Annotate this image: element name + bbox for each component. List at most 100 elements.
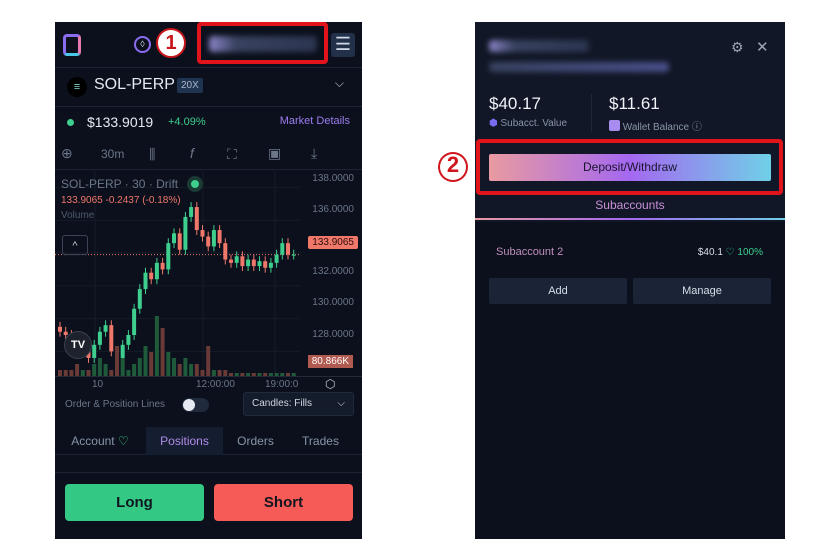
chevron-down-icon[interactable]: ⌵ — [335, 76, 344, 91]
chevron-down-icon: ⌵ — [337, 398, 345, 409]
download-icon[interactable]: ⤓ — [311, 145, 317, 162]
candle — [132, 308, 137, 335]
candle — [97, 331, 102, 345]
label: Wallet Balance — [622, 122, 690, 133]
label: Subacct. Value — [500, 118, 568, 129]
fullscreen-icon[interactable]: ⛶ — [227, 146, 237, 163]
value: $40.1 — [697, 247, 723, 258]
settings-gear-icon[interactable]: ⚙ — [731, 39, 744, 56]
short-button[interactable]: Short — [214, 484, 353, 521]
time-tick: 10 — [92, 379, 104, 390]
candle — [223, 243, 228, 260]
collapse-legend-button[interactable]: ^ — [62, 235, 88, 255]
heart-icon: ♡ — [117, 434, 129, 448]
tab-label: Positions — [160, 434, 209, 448]
order-lines-toggle[interactable] — [182, 398, 209, 412]
tab-positions[interactable]: Positions — [146, 427, 223, 455]
volume-bar — [103, 364, 108, 376]
candle — [217, 230, 222, 244]
interval-button[interactable]: 30m — [101, 147, 124, 161]
candle — [149, 272, 154, 280]
manage-subaccounts-button[interactable]: Manage — [633, 278, 771, 304]
drop-icon[interactable]: ◊ — [134, 36, 151, 53]
drift-logo[interactable] — [63, 34, 81, 56]
ohlc-value: 133.9065 — [61, 195, 103, 206]
volume-legend: Volume — [61, 210, 95, 221]
volume-bar — [172, 358, 176, 376]
chart-title: SOL-PERP · 30 · Drift — [61, 177, 179, 191]
candle — [137, 289, 142, 309]
hamburger-menu-button[interactable]: ☰ — [331, 33, 355, 57]
market-details-link[interactable]: Market Details — [280, 115, 350, 127]
volume-bar — [154, 316, 159, 376]
tab-account[interactable]: Account ♡ — [55, 427, 145, 455]
sol-icon: ≡ — [67, 77, 87, 97]
time-tick: 19:00:0 — [265, 379, 299, 390]
price-tick: 138.0000 — [312, 173, 354, 184]
tab-orders[interactable]: Orders — [223, 427, 288, 455]
divider — [591, 94, 592, 132]
candle-type-icon[interactable]: ⫼ — [149, 146, 155, 163]
candle — [251, 259, 256, 267]
market-selector[interactable]: ≡ SOL-PERP 20X ⌵ — [55, 69, 362, 107]
trade-panel: ◊ 1 ☰ ≡ SOL-PERP 20X ⌵ $133.9019 +4.09% … — [55, 22, 362, 539]
volume-bar — [189, 364, 194, 376]
candle — [206, 236, 211, 247]
save-icon[interactable]: ▣ — [268, 145, 281, 162]
candles-select[interactable]: Candles: Fills ⌵ — [243, 392, 354, 416]
tradingview-logo[interactable]: TV — [64, 331, 92, 359]
subaccount-name: Subaccount 2 — [496, 246, 564, 258]
subaccount-row[interactable]: Subaccount 2 $40.1 ♡ 100% — [475, 242, 785, 264]
candle — [143, 272, 148, 290]
candle — [177, 233, 182, 250]
tab-subaccounts[interactable]: Subaccounts — [475, 198, 785, 220]
long-button[interactable]: Long — [65, 484, 204, 521]
candles-select-value: Candles: Fills — [252, 398, 313, 409]
add-indicator-icon[interactable]: ⊕ — [61, 145, 73, 162]
candle — [286, 243, 290, 255]
volume-bar — [149, 352, 154, 376]
info-icon[interactable]: ⓘ — [692, 122, 702, 133]
volume-bar — [183, 358, 188, 376]
candle — [183, 216, 188, 250]
subacct-value: $40.17 — [489, 94, 541, 113]
volume-bar — [206, 346, 211, 376]
annotation-2: 2 — [438, 152, 468, 182]
candle — [92, 344, 97, 358]
price-tick: 128.0000 — [312, 329, 354, 340]
add-subaccount-button[interactable]: Add — [489, 278, 627, 304]
volume-bar — [92, 364, 97, 376]
candle — [200, 230, 205, 237]
subacct-value-label: ⬢ Subacct. Value — [489, 118, 567, 129]
tab-label: Trades — [302, 434, 339, 448]
candle — [109, 325, 114, 352]
volume-bar — [143, 346, 148, 376]
volume-bar — [115, 346, 119, 376]
wallet-balance-label: Wallet Balance ⓘ — [609, 118, 702, 133]
deposit-withdraw-button[interactable]: Deposit/Withdraw — [489, 154, 771, 181]
volume-bar — [132, 364, 137, 376]
tab-label: Subaccounts — [595, 198, 665, 212]
volume-bar — [97, 358, 102, 376]
candle — [229, 259, 233, 263]
mark-price: $133.9019 — [87, 114, 154, 130]
tab-trades[interactable]: Trades — [288, 427, 353, 455]
status-dot — [191, 180, 200, 188]
wallet-button-highlight[interactable] — [197, 22, 328, 64]
tab-label: Orders — [237, 434, 274, 448]
chart-settings-icon[interactable]: ⬡ — [325, 377, 335, 391]
candle — [280, 243, 285, 255]
candle — [126, 335, 131, 345]
indicators-icon[interactable]: f — [190, 145, 194, 161]
chart-toolbar: ⊕ 30m ⫼ f ⛶ ▣ ⤓ — [55, 142, 362, 170]
price-change: +4.09% — [168, 116, 206, 128]
subaccount-list: Subaccount 2 $40.1 ♡ 100% Add Manage — [475, 222, 785, 539]
candle — [291, 254, 296, 256]
price-tick: 136.0000 — [312, 204, 354, 215]
candle — [160, 262, 165, 270]
candle — [274, 254, 279, 263]
candle — [103, 325, 108, 332]
volume-bar — [137, 358, 142, 376]
close-icon[interactable]: ✕ — [756, 38, 769, 56]
heart-icon: ♡ — [725, 247, 735, 258]
